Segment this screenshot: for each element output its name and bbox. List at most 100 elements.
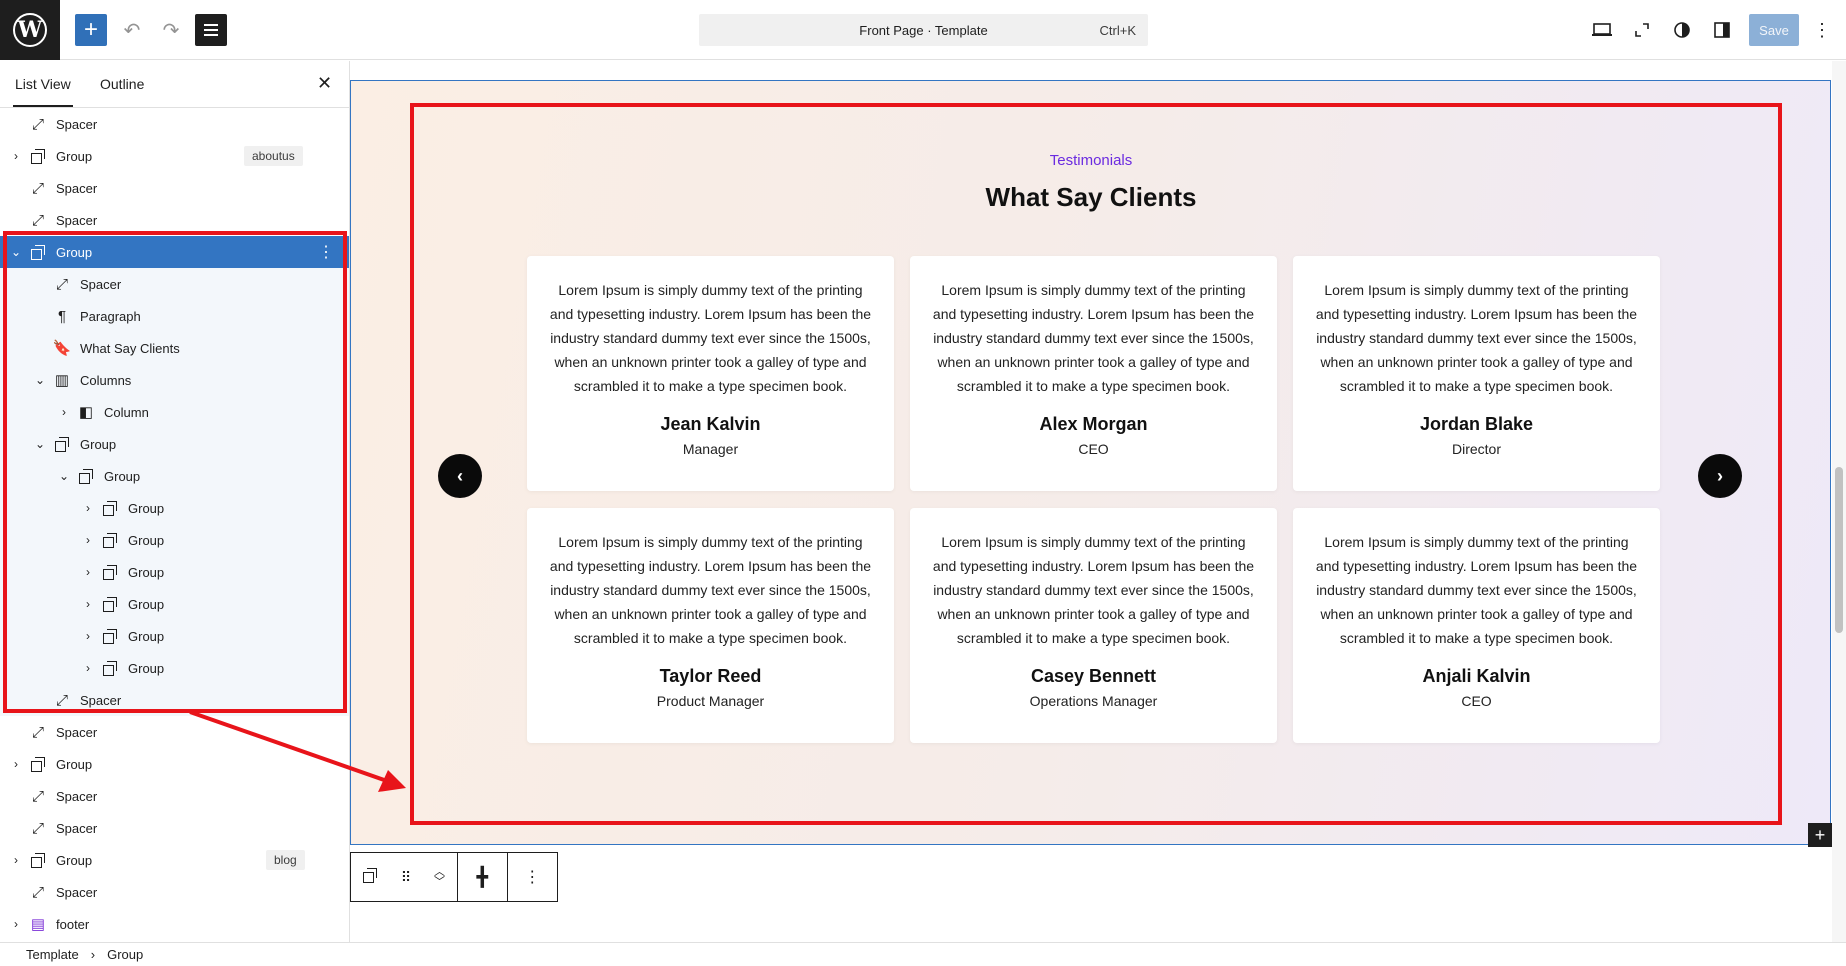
more-vertical-icon: ⋮ (524, 869, 541, 886)
list-item[interactable]: › Group (0, 492, 349, 524)
add-block-button[interactable]: + (1808, 823, 1832, 847)
chevron-right-icon[interactable]: › (10, 917, 22, 931)
wordpress-logo-button[interactable]: W (0, 0, 60, 60)
testimonial-quote: Lorem Ipsum is simply dummy text of the … (549, 534, 872, 646)
chevron-right-icon[interactable]: › (82, 597, 94, 611)
align-button[interactable]: ╋ (458, 853, 508, 901)
list-item[interactable]: › Group (0, 620, 349, 652)
list-item-label: Group (128, 660, 165, 676)
chevron-left-icon: ‹ (457, 465, 463, 486)
block-inserter-button[interactable]: + (75, 14, 107, 46)
testimonial-role: Director (1451, 441, 1501, 457)
list-item[interactable]: › Group (0, 588, 349, 620)
chevron-down-icon[interactable]: ⌄ (34, 373, 46, 387)
options-menu-button[interactable]: ⋮ (1806, 14, 1838, 46)
chevron-right-icon[interactable]: › (82, 661, 94, 675)
scrollbar-thumb[interactable] (1835, 467, 1843, 633)
chevron-down-icon[interactable]: ⌄ (10, 245, 22, 259)
list-item[interactable]: › Group (0, 556, 349, 588)
list-item-label: Group (128, 564, 165, 580)
chevron-right-icon[interactable]: › (10, 853, 22, 867)
chevron-right-icon: › (90, 947, 96, 962)
list-item[interactable]: ⤢ Spacer (0, 172, 349, 204)
list-item-label: Group (104, 468, 141, 484)
section-eyebrow[interactable]: Testimonials (350, 152, 1832, 169)
list-item[interactable]: ⤢ Spacer (0, 268, 349, 300)
wordpress-icon: W (13, 13, 47, 47)
list-item[interactable]: ⤢ Spacer (0, 812, 349, 844)
plus-icon: + (1814, 824, 1826, 845)
testimonial-card[interactable]: Lorem Ipsum is simply dummy text of the … (527, 508, 894, 743)
breadcrumb-template[interactable]: Template (26, 947, 79, 962)
document-overview-button[interactable] (195, 14, 227, 46)
close-sidebar-button[interactable]: ✕ (317, 73, 332, 94)
list-item[interactable]: ⤢ Spacer (0, 108, 349, 140)
move-up-down-icon[interactable]: ︿ ﹀ (434, 867, 445, 888)
list-item[interactable]: › Group aboutus (0, 140, 349, 172)
block-options-button[interactable]: ⋮ (508, 853, 558, 901)
redo-button[interactable]: ↷ (155, 14, 187, 46)
testimonial-card[interactable]: Lorem Ipsum is simply dummy text of the … (1293, 256, 1660, 491)
testimonial-card[interactable]: Lorem Ipsum is simply dummy text of the … (1293, 508, 1660, 743)
list-item[interactable]: ⌄ ▥ Columns (0, 364, 349, 396)
testimonial-quote: Lorem Ipsum is simply dummy text of the … (1315, 534, 1638, 646)
tab-list-view[interactable]: List View (13, 76, 73, 107)
undo-button[interactable]: ↶ (116, 14, 148, 46)
testimonial-card[interactable]: Lorem Ipsum is simply dummy text of the … (910, 256, 1277, 491)
list-item[interactable]: ⌄ Group (0, 460, 349, 492)
list-item-label: Spacer (80, 276, 122, 292)
more-vertical-icon: ⋮ (1813, 19, 1831, 40)
list-item[interactable]: ⌄ Group ⋮ (0, 236, 349, 268)
chevron-down-icon[interactable]: ⌄ (34, 437, 46, 451)
list-item[interactable]: 🔖 What Say Clients (0, 332, 349, 364)
list-item[interactable]: ¶ Paragraph (0, 300, 349, 332)
testimonial-card[interactable]: Lorem Ipsum is simply dummy text of the … (527, 256, 894, 491)
testimonial-name: Taylor Reed (659, 666, 762, 686)
block-type-controls: ⠿ ︿ ﹀ (351, 853, 458, 901)
chevron-down-icon[interactable]: ⌄ (58, 469, 70, 483)
list-item[interactable]: ⤢ Spacer (0, 204, 349, 236)
canvas-scrollbar[interactable] (1832, 61, 1846, 942)
drag-handle-icon[interactable]: ⠿ (401, 869, 411, 886)
list-item[interactable]: › Group (0, 652, 349, 684)
testimonial-name: Anjali Kalvin (1422, 666, 1531, 686)
chevron-right-icon[interactable]: › (82, 629, 94, 643)
slider-prev-button[interactable]: ‹ (438, 454, 482, 498)
chevron-right-icon[interactable]: › (82, 565, 94, 579)
contrast-icon (1674, 22, 1690, 38)
list-item[interactable]: › Group (0, 524, 349, 556)
testimonial-card[interactable]: Lorem Ipsum is simply dummy text of the … (910, 508, 1277, 743)
testimonial-name: Alex Morgan (1039, 414, 1148, 434)
save-button[interactable]: Save (1749, 14, 1799, 46)
list-item[interactable]: ⤢ Spacer (0, 876, 349, 908)
slider-next-button[interactable]: › (1698, 454, 1742, 498)
annotation-arrow (189, 710, 406, 792)
chevron-right-icon[interactable]: › (82, 501, 94, 515)
settings-sidebar-button[interactable] (1706, 14, 1738, 46)
testimonial-role: Operations Manager (1029, 693, 1158, 709)
command-palette-button[interactable]: Front Page · Template Ctrl+K (699, 14, 1148, 46)
section-heading[interactable]: What Say Clients (350, 182, 1832, 213)
close-icon: ✕ (317, 73, 333, 93)
chevron-right-icon[interactable]: › (10, 149, 22, 163)
group-block-icon[interactable] (362, 867, 377, 887)
chevron-right-icon[interactable]: › (58, 405, 70, 419)
list-item[interactable]: ⌄ Group (0, 428, 349, 460)
block-breadcrumb: Template › Group (0, 942, 1846, 966)
list-item[interactable]: › Group blog (0, 844, 349, 876)
testimonial-role: Manager (682, 441, 739, 457)
align-icon: ╋ (476, 866, 488, 887)
device-preview-button[interactable] (1586, 14, 1618, 46)
styles-button[interactable] (1666, 14, 1698, 46)
group-icon (100, 530, 120, 550)
group-icon (100, 562, 120, 582)
tab-outline[interactable]: Outline (100, 76, 144, 92)
breadcrumb-group[interactable]: Group (107, 947, 143, 962)
chevron-right-icon[interactable]: › (10, 757, 22, 771)
list-item-label: Spacer (56, 180, 98, 196)
list-item[interactable]: › ▤ footer (0, 908, 349, 940)
more-vertical-icon[interactable]: ⋮ (318, 242, 334, 262)
fullscreen-button[interactable] (1626, 14, 1658, 46)
list-item[interactable]: › ◧ Column (0, 396, 349, 428)
chevron-right-icon[interactable]: › (82, 533, 94, 547)
